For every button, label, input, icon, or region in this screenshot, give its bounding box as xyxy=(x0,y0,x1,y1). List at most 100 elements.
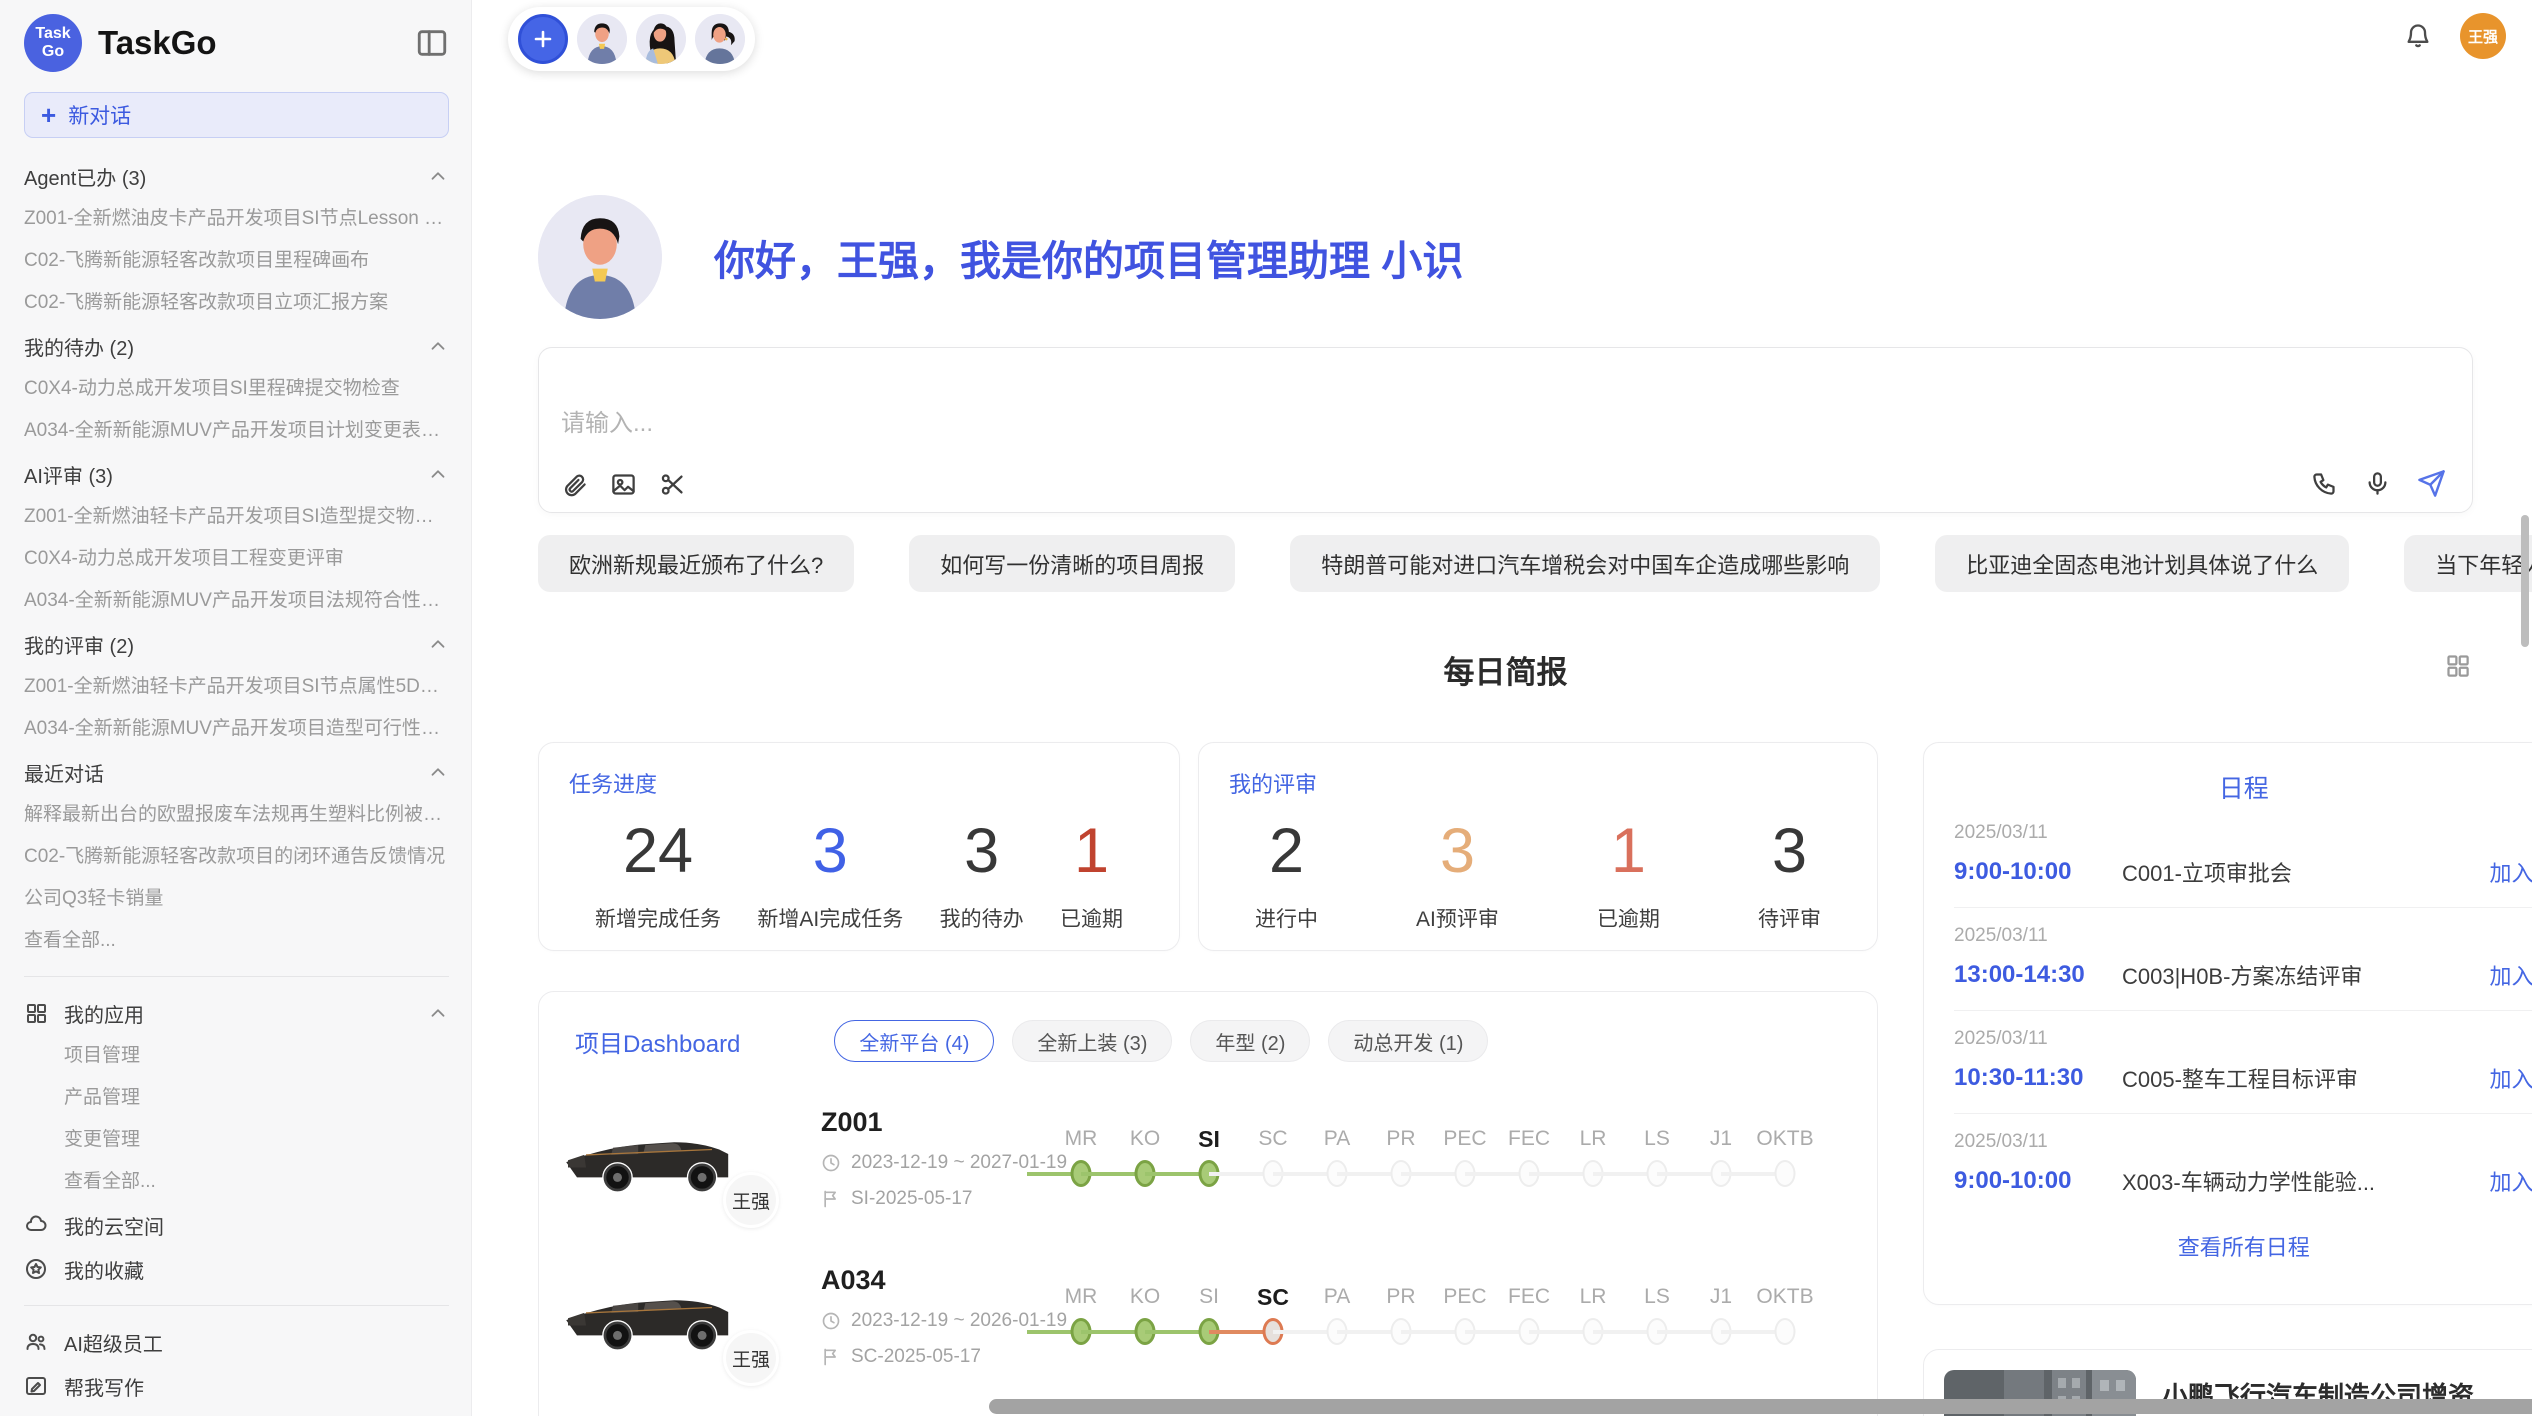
sidebar-task-item[interactable]: Z001-全新燃油轻卡产品开发项目SI节点属性5D文件评审 xyxy=(24,666,449,708)
sidebar-task-item[interactable]: 公司Q3轻卡销量 xyxy=(24,878,449,920)
logo-row: Task Go TaskGo xyxy=(24,14,449,72)
input-icons-left xyxy=(561,471,686,498)
section-header[interactable]: Agent已办 (3) xyxy=(24,154,449,198)
sidebar-collapse-icon[interactable] xyxy=(415,26,449,60)
stat: 3 新增AI完成任务 xyxy=(757,809,903,933)
stat-value: 3 xyxy=(757,809,903,893)
milestone: PA xyxy=(1305,1282,1369,1350)
app-subitem[interactable]: 查看全部... xyxy=(24,1161,449,1203)
sidebar-task-item[interactable]: C02-飞腾新能源轻客改款项目的闭环通告反馈情况 xyxy=(24,836,449,878)
app-subitem[interactable]: 变更管理 xyxy=(24,1119,449,1161)
milestone-label: LS xyxy=(1625,1282,1689,1316)
schedule-event: 2025/03/11 13:00-14:30 C003|H0B-方案冻结评审 加… xyxy=(1954,908,2532,1011)
dashboard-tab[interactable]: 全新平台 (4) xyxy=(834,1020,994,1062)
suggestion-chip[interactable]: 如何写一份清晰的项目周报 xyxy=(909,535,1235,592)
sidebar-item-我的云空间[interactable]: 我的云空间 xyxy=(24,1203,449,1247)
sidebar-task-item[interactable]: 查看全部... xyxy=(24,920,449,962)
project-row[interactable]: 王强 Z001 2023-12-19 ~ 2027-01-19 SI-2025-… xyxy=(559,1096,1857,1220)
mic-icon[interactable] xyxy=(2364,470,2391,497)
milestone-label: LR xyxy=(1561,1282,1625,1316)
sidebar-item-AI超级员工[interactable]: AI超级员工 xyxy=(24,1320,449,1364)
sidebar-task-item[interactable]: C0X4-动力总成开发项目工程变更评审 xyxy=(24,538,449,580)
dashboard-tab[interactable]: 动总开发 (1) xyxy=(1328,1020,1488,1062)
flag-icon xyxy=(821,1347,841,1367)
sidebar-task-item[interactable]: C02-飞腾新能源轻客改款项目立项汇报方案 xyxy=(24,282,449,324)
truck-image xyxy=(559,1260,739,1364)
user-avatar[interactable]: 王强 xyxy=(2460,13,2506,59)
project-dates: 2023-12-19 ~ 2026-01-19 xyxy=(821,1310,1037,1332)
event-join-link[interactable]: 加入 xyxy=(2490,1165,2532,1197)
vertical-scrollbar[interactable] xyxy=(2521,515,2529,647)
section-header[interactable]: 最近对话 xyxy=(24,750,449,794)
sidebar-task-item[interactable]: C02-飞腾新能源轻客改款项目里程碑画布 xyxy=(24,240,449,282)
project-row[interactable]: 王强 A034 2023-12-19 ~ 2026-01-19 SC-2025-… xyxy=(559,1254,1857,1378)
sidebar-item-my-apps[interactable]: 我的应用 xyxy=(24,991,449,1035)
sidebar-item-帮我写作[interactable]: 帮我写作 xyxy=(24,1364,449,1408)
logo-text-bottom: Go xyxy=(42,43,64,61)
event-join-link[interactable]: 加入 xyxy=(2490,856,2532,888)
section-header[interactable]: 我的评审 (2) xyxy=(24,622,449,666)
horizontal-scrollbar[interactable] xyxy=(989,1399,2532,1414)
milestone: SI xyxy=(1177,1124,1241,1192)
dashboard-tab[interactable]: 全新上装 (3) xyxy=(1012,1020,1172,1062)
event-time: 9:00-10:00 xyxy=(1954,1167,2122,1195)
milestone: LR xyxy=(1561,1124,1625,1192)
sidebar-task-item[interactable]: A034-全新新能源MUV产品开发项目造型可行性评审 xyxy=(24,708,449,750)
project-dates: 2023-12-19 ~ 2027-01-19 xyxy=(821,1152,1037,1174)
sidebar-task-item[interactable]: A034-全新新能源MUV产品开发项目计划变更表编写 xyxy=(24,410,449,452)
add-agent-button[interactable] xyxy=(518,14,568,64)
chat-input[interactable] xyxy=(561,410,1721,438)
milestone-label: J1 xyxy=(1689,1124,1753,1158)
send-icon[interactable] xyxy=(2417,469,2446,498)
suggestion-chip[interactable]: 当下年轻人对汽车外观有怎样的喜好趋势 xyxy=(2404,535,2532,592)
suggestion-chip[interactable]: 特朗普可能对进口汽车增税会对中国车企造成哪些影响 xyxy=(1290,535,1880,592)
milestone-label: SC xyxy=(1241,1282,1305,1316)
event-join-link[interactable]: 加入 xyxy=(2490,959,2532,991)
section-header[interactable]: 我的待办 (2) xyxy=(24,324,449,368)
stat-label: 已逾期 xyxy=(1597,903,1660,933)
milestone-dot xyxy=(1775,1318,1796,1345)
chat-input-card[interactable] xyxy=(538,347,2473,513)
event-date: 2025/03/11 xyxy=(1954,1131,2532,1153)
suggestion-chip[interactable]: 比亚迪全固态电池计划具体说了什么 xyxy=(1935,535,2349,592)
sidebar-item-我的收藏[interactable]: 我的收藏 xyxy=(24,1247,449,1291)
chevron-up-icon xyxy=(427,761,449,783)
sidebar-task-item[interactable]: A034-全新新能源MUV产品开发项目法规符合性评审 xyxy=(24,580,449,622)
sidebar-section: 我的待办 (2) C0X4-动力总成开发项目SI里程碑提交物检查A034-全新新… xyxy=(24,324,449,452)
sidebar-section: Agent已办 (3) Z001-全新燃油皮卡产品开发项目SI节点Lesson … xyxy=(24,154,449,324)
member-avatar[interactable] xyxy=(695,14,745,64)
section-header[interactable]: AI评审 (3) xyxy=(24,452,449,496)
dashboard-tab[interactable]: 年型 (2) xyxy=(1190,1020,1310,1062)
milestone-label: PA xyxy=(1305,1282,1369,1316)
stat: 3 我的待办 xyxy=(940,809,1024,933)
phone-icon[interactable] xyxy=(2311,470,2338,497)
milestone: PR xyxy=(1369,1282,1433,1350)
view-all-schedule-link[interactable]: 查看所有日程 xyxy=(1954,1230,2532,1262)
event-name: C001-立项审批会 xyxy=(2122,856,2474,888)
notification-bell-icon[interactable] xyxy=(2404,22,2432,50)
sidebar-task-item[interactable]: C0X4-动力总成开发项目SI里程碑提交物检查 xyxy=(24,368,449,410)
member-avatar[interactable] xyxy=(577,14,627,64)
sidebar-task-item[interactable]: 解释最新出台的欧盟报废车法规再生塑料比例被调至15%... xyxy=(24,794,449,836)
sidebar-item-创意制图[interactable]: 创意制图 xyxy=(24,1408,449,1416)
attachment-icon[interactable] xyxy=(561,471,588,498)
new-chat-button[interactable]: + 新对话 xyxy=(24,92,449,138)
event-join-link[interactable]: 加入 xyxy=(2490,1062,2532,1094)
schedule-event: 2025/03/11 10:30-11:30 C005-整车工程目标评审 加入 xyxy=(1954,1011,2532,1114)
milestone: PEC xyxy=(1433,1124,1497,1192)
project-milestone-date: SI-2025-05-17 xyxy=(851,1188,972,1210)
milestone-label: PEC xyxy=(1433,1282,1497,1316)
star-badge-icon xyxy=(24,1257,48,1281)
sidebar-task-item[interactable]: Z001-全新燃油皮卡产品开发项目SI节点Lesson Learn报告 xyxy=(24,198,449,240)
layout-grid-icon[interactable] xyxy=(2444,652,2471,679)
member-avatar[interactable] xyxy=(636,14,686,64)
image-icon[interactable] xyxy=(610,471,637,498)
suggestion-chip[interactable]: 欧洲新规最近颁布了什么? xyxy=(538,535,854,592)
sidebar-sections: Agent已办 (3) Z001-全新燃油皮卡产品开发项目SI节点Lesson … xyxy=(24,154,449,962)
dashboard-header: 项目Dashboard 全新平台 (4)全新上装 (3)年型 (2)动总开发 (… xyxy=(559,1020,1857,1062)
app-subitem[interactable]: 项目管理 xyxy=(24,1035,449,1077)
scissors-icon[interactable] xyxy=(659,471,686,498)
app-subitem[interactable]: 产品管理 xyxy=(24,1077,449,1119)
sidebar-task-item[interactable]: Z001-全新燃油轻卡产品开发项目SI造型提交物评审 xyxy=(24,496,449,538)
milestone-label: PEC xyxy=(1433,1124,1497,1158)
